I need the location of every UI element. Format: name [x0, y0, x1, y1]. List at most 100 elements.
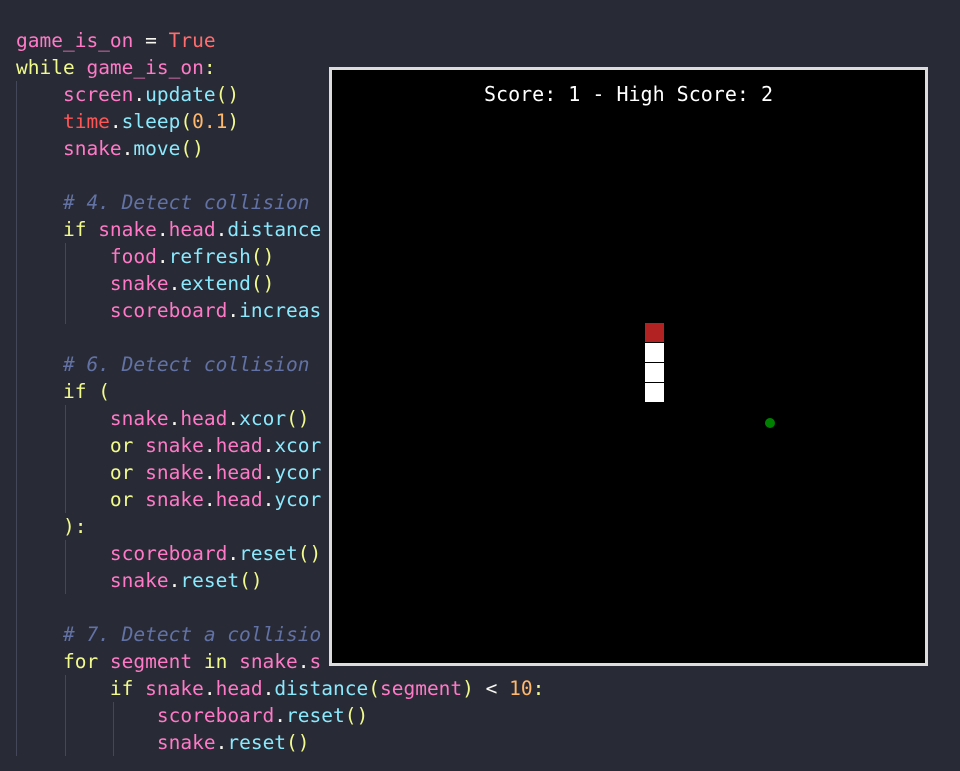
code-line: for segment in snake.s [16, 648, 321, 675]
code-token: time [16, 110, 110, 133]
code-token: ( [180, 110, 193, 133]
food-pellet [765, 418, 775, 428]
code-token: # 6. Detect collision [16, 353, 310, 376]
code-token: . [262, 677, 275, 700]
code-token: xcor [239, 407, 287, 430]
code-token: . [203, 461, 216, 484]
code-line: ): [16, 513, 87, 540]
indent-guide [16, 81, 17, 756]
code-token: . [156, 245, 169, 268]
code-token: ) [227, 110, 240, 133]
code-token: head [215, 434, 263, 457]
code-token: . [168, 569, 181, 592]
code-line: while game_is_on: [16, 54, 216, 81]
code-token: head [215, 677, 263, 700]
code-token: snake [145, 677, 204, 700]
code-token: ) [16, 515, 75, 538]
code-token: ( [98, 380, 110, 403]
code-line: snake.head.xcor() [16, 405, 310, 432]
code-token: () [250, 272, 275, 295]
code-token: ycor [274, 461, 322, 484]
code-token: . [262, 488, 275, 511]
code-token: . [109, 110, 122, 133]
code-token: sleep [121, 110, 181, 133]
code-token: . [227, 299, 240, 322]
code-token: () [344, 704, 369, 727]
code-token: in [203, 650, 240, 673]
code-token: . [227, 542, 240, 565]
code-line: or snake.head.ycor [16, 459, 321, 486]
code-token: move [133, 137, 181, 160]
snake-game-window[interactable]: Score: 1 - High Score: 2 [329, 67, 928, 666]
code-token: () [239, 569, 263, 592]
code-line: scoreboard.reset() [16, 702, 368, 729]
code-token: . [156, 218, 169, 241]
code-token: . [274, 704, 287, 727]
code-token: scoreboard [16, 542, 228, 565]
code-token: distance [227, 218, 322, 241]
code-line: scoreboard.reset() [16, 540, 321, 567]
code-token: scoreboard [16, 299, 228, 322]
indent-guide [65, 540, 66, 594]
code-line: or snake.head.xcor [16, 432, 321, 459]
code-token: . [262, 461, 275, 484]
code-token: . [121, 137, 134, 160]
code-token: . [297, 650, 310, 673]
code-line: snake.reset() [16, 567, 263, 594]
code-token: 0.1 [192, 110, 228, 133]
code-token: increas [239, 299, 322, 322]
code-token: segment [109, 650, 204, 673]
code-line: or snake.head.ycor [16, 486, 321, 513]
code-line: snake.reset() [16, 729, 310, 756]
code-token: update [145, 83, 216, 106]
code-token: food [16, 245, 157, 268]
code-token: if [16, 677, 146, 700]
code-token: snake [16, 137, 122, 160]
code-token: refresh [168, 245, 251, 268]
code-token: () [286, 407, 310, 430]
code-token: . [227, 407, 240, 430]
code-token: segment [379, 677, 463, 700]
code-token: snake [145, 461, 204, 484]
code-token: snake [16, 407, 169, 430]
code-token: reset [286, 704, 345, 727]
game-canvas: Score: 1 - High Score: 2 [332, 70, 925, 663]
code-line: # 7. Detect a collisio [16, 621, 321, 648]
code-token: : [74, 515, 87, 538]
snake-head [645, 323, 664, 342]
code-token: or [16, 434, 146, 457]
code-token: distance [274, 677, 369, 700]
code-token: # 4. Detect collision [16, 191, 310, 214]
snake-body-segment [645, 363, 664, 382]
code-token: () [215, 83, 240, 106]
code-token: s [309, 650, 322, 673]
code-line: screen.update() [16, 81, 239, 108]
indent-guide [65, 405, 66, 513]
code-token: . [262, 434, 275, 457]
code-token: screen [16, 83, 134, 106]
code-line: if snake.head.distance(segment) < 10: [16, 675, 544, 702]
indent-guide [65, 675, 66, 756]
code-token: . [203, 434, 216, 457]
code-line: # 6. Detect collision [16, 351, 310, 378]
code-token: head [215, 461, 263, 484]
code-token: reset [227, 731, 287, 754]
code-token: . [215, 218, 228, 241]
code-line: food.refresh() [16, 243, 274, 270]
scoreboard-text: Score: 1 - High Score: 2 [484, 82, 773, 106]
code-token: head [215, 488, 263, 511]
code-line: snake.extend() [16, 270, 274, 297]
code-line: if ( [16, 378, 110, 405]
snake-body-segment [645, 343, 664, 362]
code-token: game_is_on [86, 56, 204, 79]
code-token: . [168, 272, 181, 295]
code-token: game_is_on [16, 29, 134, 52]
code-token: snake [239, 650, 298, 673]
code-line: game_is_on = True [16, 27, 216, 54]
code-token: = [133, 29, 169, 52]
code-token: ) [462, 677, 474, 700]
code-token: snake [16, 569, 169, 592]
code-token: # 7. Detect a collisio [16, 623, 322, 646]
code-line: time.sleep(0.1) [16, 108, 239, 135]
code-token: extend [180, 272, 251, 295]
